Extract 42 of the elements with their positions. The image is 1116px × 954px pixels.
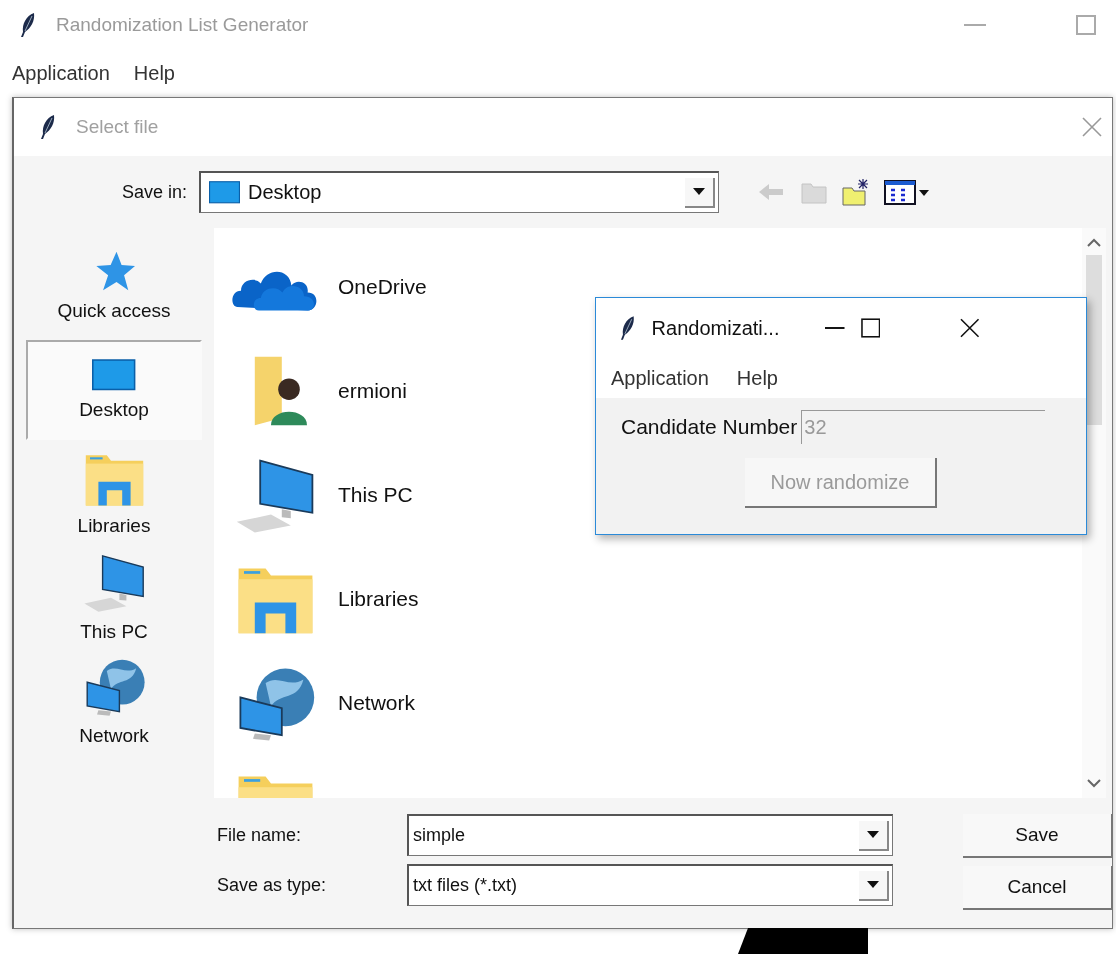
minimize-icon[interactable] bbox=[825, 326, 845, 330]
caret-icon bbox=[867, 831, 879, 838]
menu-item[interactable]: Application bbox=[12, 62, 110, 85]
dialog-title: Select file bbox=[76, 116, 159, 138]
computer-icon bbox=[82, 553, 146, 613]
scroll-up-icon[interactable] bbox=[1087, 238, 1101, 247]
maximize-icon[interactable] bbox=[860, 318, 881, 338]
save-in-label: Save in: bbox=[122, 181, 188, 203]
menu-item[interactable]: Help bbox=[736, 366, 778, 390]
places-item[interactable]: This PC bbox=[26, 548, 202, 648]
scroll-down-icon[interactable] bbox=[1087, 779, 1101, 788]
feather-icon bbox=[20, 12, 36, 38]
save-button[interactable]: Save bbox=[963, 814, 1113, 858]
file-item-label[interactable]: OneDrive bbox=[338, 275, 427, 299]
file-item-label[interactable]: This PC bbox=[338, 483, 413, 507]
caret-icon bbox=[693, 188, 706, 195]
file-name-field[interactable]: simple bbox=[407, 814, 893, 856]
window-title: Randomizati... bbox=[651, 316, 780, 340]
cancel-button[interactable]: Cancel bbox=[963, 866, 1113, 910]
file-type-dropdown[interactable]: txt files (*.txt) bbox=[407, 864, 893, 906]
file-item-label[interactable]: ermioni bbox=[338, 379, 407, 403]
scroll-thumb[interactable] bbox=[1086, 255, 1102, 425]
places-item[interactable]: Quick access bbox=[26, 236, 202, 336]
file-item-label[interactable]: Network bbox=[338, 691, 416, 715]
candidate-number-label: Candidate Number bbox=[621, 415, 798, 439]
monitor-icon bbox=[209, 181, 241, 204]
places-item[interactable]: Desktop bbox=[26, 340, 202, 440]
close-icon[interactable] bbox=[960, 318, 980, 338]
file-name-label: File name: bbox=[217, 824, 303, 846]
caret-icon bbox=[867, 881, 879, 888]
feather-icon bbox=[620, 315, 636, 341]
window-title: Randomization List Generator bbox=[56, 14, 309, 36]
feather-icon bbox=[40, 114, 56, 140]
menu-item[interactable]: Help bbox=[133, 62, 175, 85]
file-type-label: Save as type: bbox=[217, 874, 328, 896]
file-item-label[interactable]: Libraries bbox=[338, 587, 419, 611]
menu-item[interactable]: Application bbox=[611, 366, 709, 390]
places-item[interactable]: Libraries bbox=[26, 444, 202, 544]
monitor-icon bbox=[92, 359, 136, 391]
scrollbar[interactable] bbox=[1082, 228, 1106, 798]
places-item[interactable]: Network bbox=[26, 652, 202, 752]
save-in-dropdown[interactable]: Desktop bbox=[199, 171, 720, 213]
